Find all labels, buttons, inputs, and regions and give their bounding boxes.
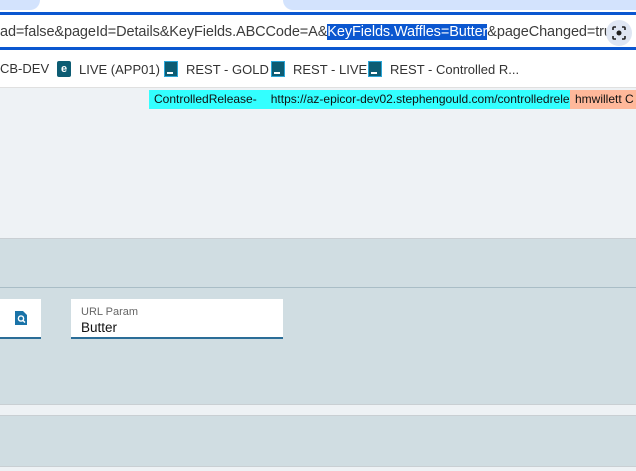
bookmark-rest-live[interactable]: REST - LIVE (271, 61, 367, 77)
bookmark-rest-gold[interactable]: REST - GOLD (164, 61, 269, 77)
browser-tab[interactable] (0, 0, 40, 10)
bookmark-label: REST - Controlled R... (390, 61, 520, 77)
divider (0, 287, 636, 288)
user-banner: hmwillett C (570, 90, 636, 109)
url-text[interactable]: ad=false&pageId=Details&KeyFields.ABCCod… (0, 24, 620, 40)
form-panel-secondary (0, 415, 636, 467)
environment-name: ControlledRelease- (154, 92, 257, 106)
rest-icon (164, 61, 178, 77)
bookmark-label: REST - GOLD (186, 61, 269, 77)
bookmark-rest-controlled[interactable]: REST - Controlled R... (368, 61, 519, 77)
url-param-label: URL Param (81, 306, 139, 318)
epicor-icon: e (57, 61, 71, 77)
document-search-icon (14, 311, 27, 325)
url-selection: KeyFields.Waffles=Butter (327, 24, 488, 40)
url-param-field[interactable]: URL Param Butter (71, 299, 283, 339)
user-extra: C (625, 92, 634, 106)
user-name: hmwillett (575, 92, 622, 106)
environment-banner: ControlledRelease-https://az-epicor-dev0… (149, 90, 589, 109)
url-part: ad=false&pageId=Details&KeyFields.ABCCod… (0, 24, 328, 40)
bookmark-label: LIVE (APP01) (79, 61, 160, 77)
bookmark-live-app01[interactable]: e LIVE (APP01) (57, 61, 160, 77)
rest-icon (368, 61, 382, 77)
address-bar[interactable]: ad=false&pageId=Details&KeyFields.ABCCod… (0, 12, 636, 50)
rest-icon (271, 61, 285, 77)
url-param-value[interactable]: Butter (81, 320, 273, 335)
bookmark-label: CB-DEV (0, 61, 50, 76)
environment-url: https://az-epicor-dev02.stephengould.com… (270, 92, 589, 106)
bookmarks-bar: CB-DEV e LIVE (APP01) REST - GOLD REST - … (0, 50, 636, 88)
browser-tab[interactable] (283, 0, 636, 10)
search-button[interactable] (0, 299, 41, 339)
bookmark-cb-dev[interactable]: CB-DEV (0, 61, 49, 76)
google-lens-icon[interactable] (606, 20, 632, 46)
bookmark-label: REST - LIVE (293, 61, 368, 77)
tab-strip (0, 0, 636, 12)
url-part: &pageChanged=true (487, 24, 620, 40)
